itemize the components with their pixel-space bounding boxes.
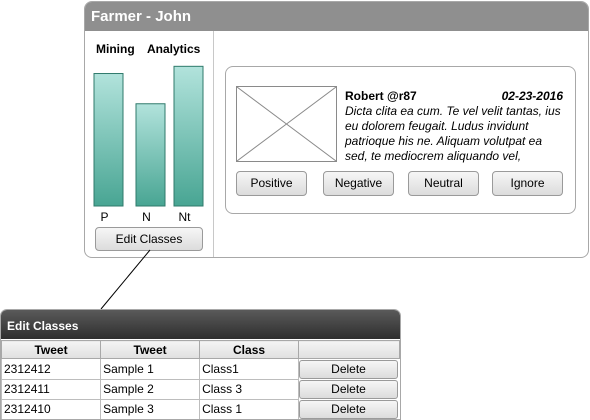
- row-id: 2312410: [1, 398, 102, 419]
- bar-nt: [173, 65, 204, 207]
- table-row: 2312411 Sample 2 Class 3 Delete: [1, 378, 400, 400]
- row-class[interactable]: Class1: [199, 358, 299, 380]
- delete-button[interactable]: Delete: [299, 360, 398, 379]
- tweet-user: Robert @r87: [345, 89, 417, 103]
- row-class[interactable]: Class 1: [199, 398, 299, 419]
- column-header-action: [298, 340, 400, 359]
- bar-label-nt: Nt: [179, 210, 192, 224]
- column-header-tweet: Tweet: [100, 340, 201, 359]
- tweet-date: 02-23-2016: [501, 89, 563, 103]
- row-id: 2312411: [1, 378, 102, 400]
- bar-p: [93, 73, 124, 207]
- edit-classes-button[interactable]: Edit Classes: [95, 227, 203, 251]
- image-placeholder-icon: [236, 86, 337, 162]
- row-class[interactable]: Class 3: [199, 378, 299, 400]
- row-tweet: Sample 1: [100, 358, 201, 380]
- row-id: 2312412: [1, 358, 102, 380]
- table-row: 2312412 Sample 1 Class1 Delete: [1, 358, 400, 380]
- sentiment-bar-chart: P N Nt: [93, 65, 204, 224]
- edit-classes-title: Edit Classes: [1, 310, 400, 339]
- delete-button[interactable]: Delete: [299, 400, 398, 419]
- row-action: Delete: [299, 379, 400, 399]
- table-header-row: Tweet Tweet Class: [1, 340, 400, 359]
- ignore-button[interactable]: Ignore: [492, 171, 563, 196]
- row-action: Delete: [299, 399, 400, 419]
- bar-label-n: N: [142, 210, 151, 224]
- positive-button[interactable]: Positive: [236, 171, 307, 196]
- bar-n: [135, 103, 166, 207]
- tweet-text: Dicta clita ea cum. Te vel velit tantas,…: [345, 104, 561, 163]
- table-row: 2312410 Sample 3 Class 1 Delete: [1, 398, 400, 419]
- delete-button[interactable]: Delete: [299, 380, 398, 399]
- farmer-window: Farmer - John Mining Analytics P N Nt Edit…: [84, 1, 589, 258]
- classes-table: Tweet Tweet Class 2312412 Sample 1 Class…: [1, 340, 400, 419]
- negative-button[interactable]: Negative: [323, 171, 394, 196]
- neutral-button[interactable]: Neutral: [408, 171, 479, 196]
- row-tweet: Sample 3: [100, 398, 201, 419]
- window-title: Farmer - John: [85, 2, 588, 31]
- edit-classes-panel: Edit Classes Tweet Tweet Class 2312412 S…: [0, 309, 401, 420]
- column-header-class: Class: [199, 340, 299, 359]
- tweet-card: Robert @r87 02-23-2016 Dicta clita ea cu…: [225, 66, 576, 214]
- row-action: Delete: [299, 359, 400, 379]
- row-tweet: Sample 2: [100, 378, 201, 400]
- analytics-panel: Mining Analytics P N Nt Edit Classes: [85, 31, 214, 257]
- column-header-id: Tweet: [1, 340, 102, 359]
- bar-label-p: P: [100, 210, 108, 224]
